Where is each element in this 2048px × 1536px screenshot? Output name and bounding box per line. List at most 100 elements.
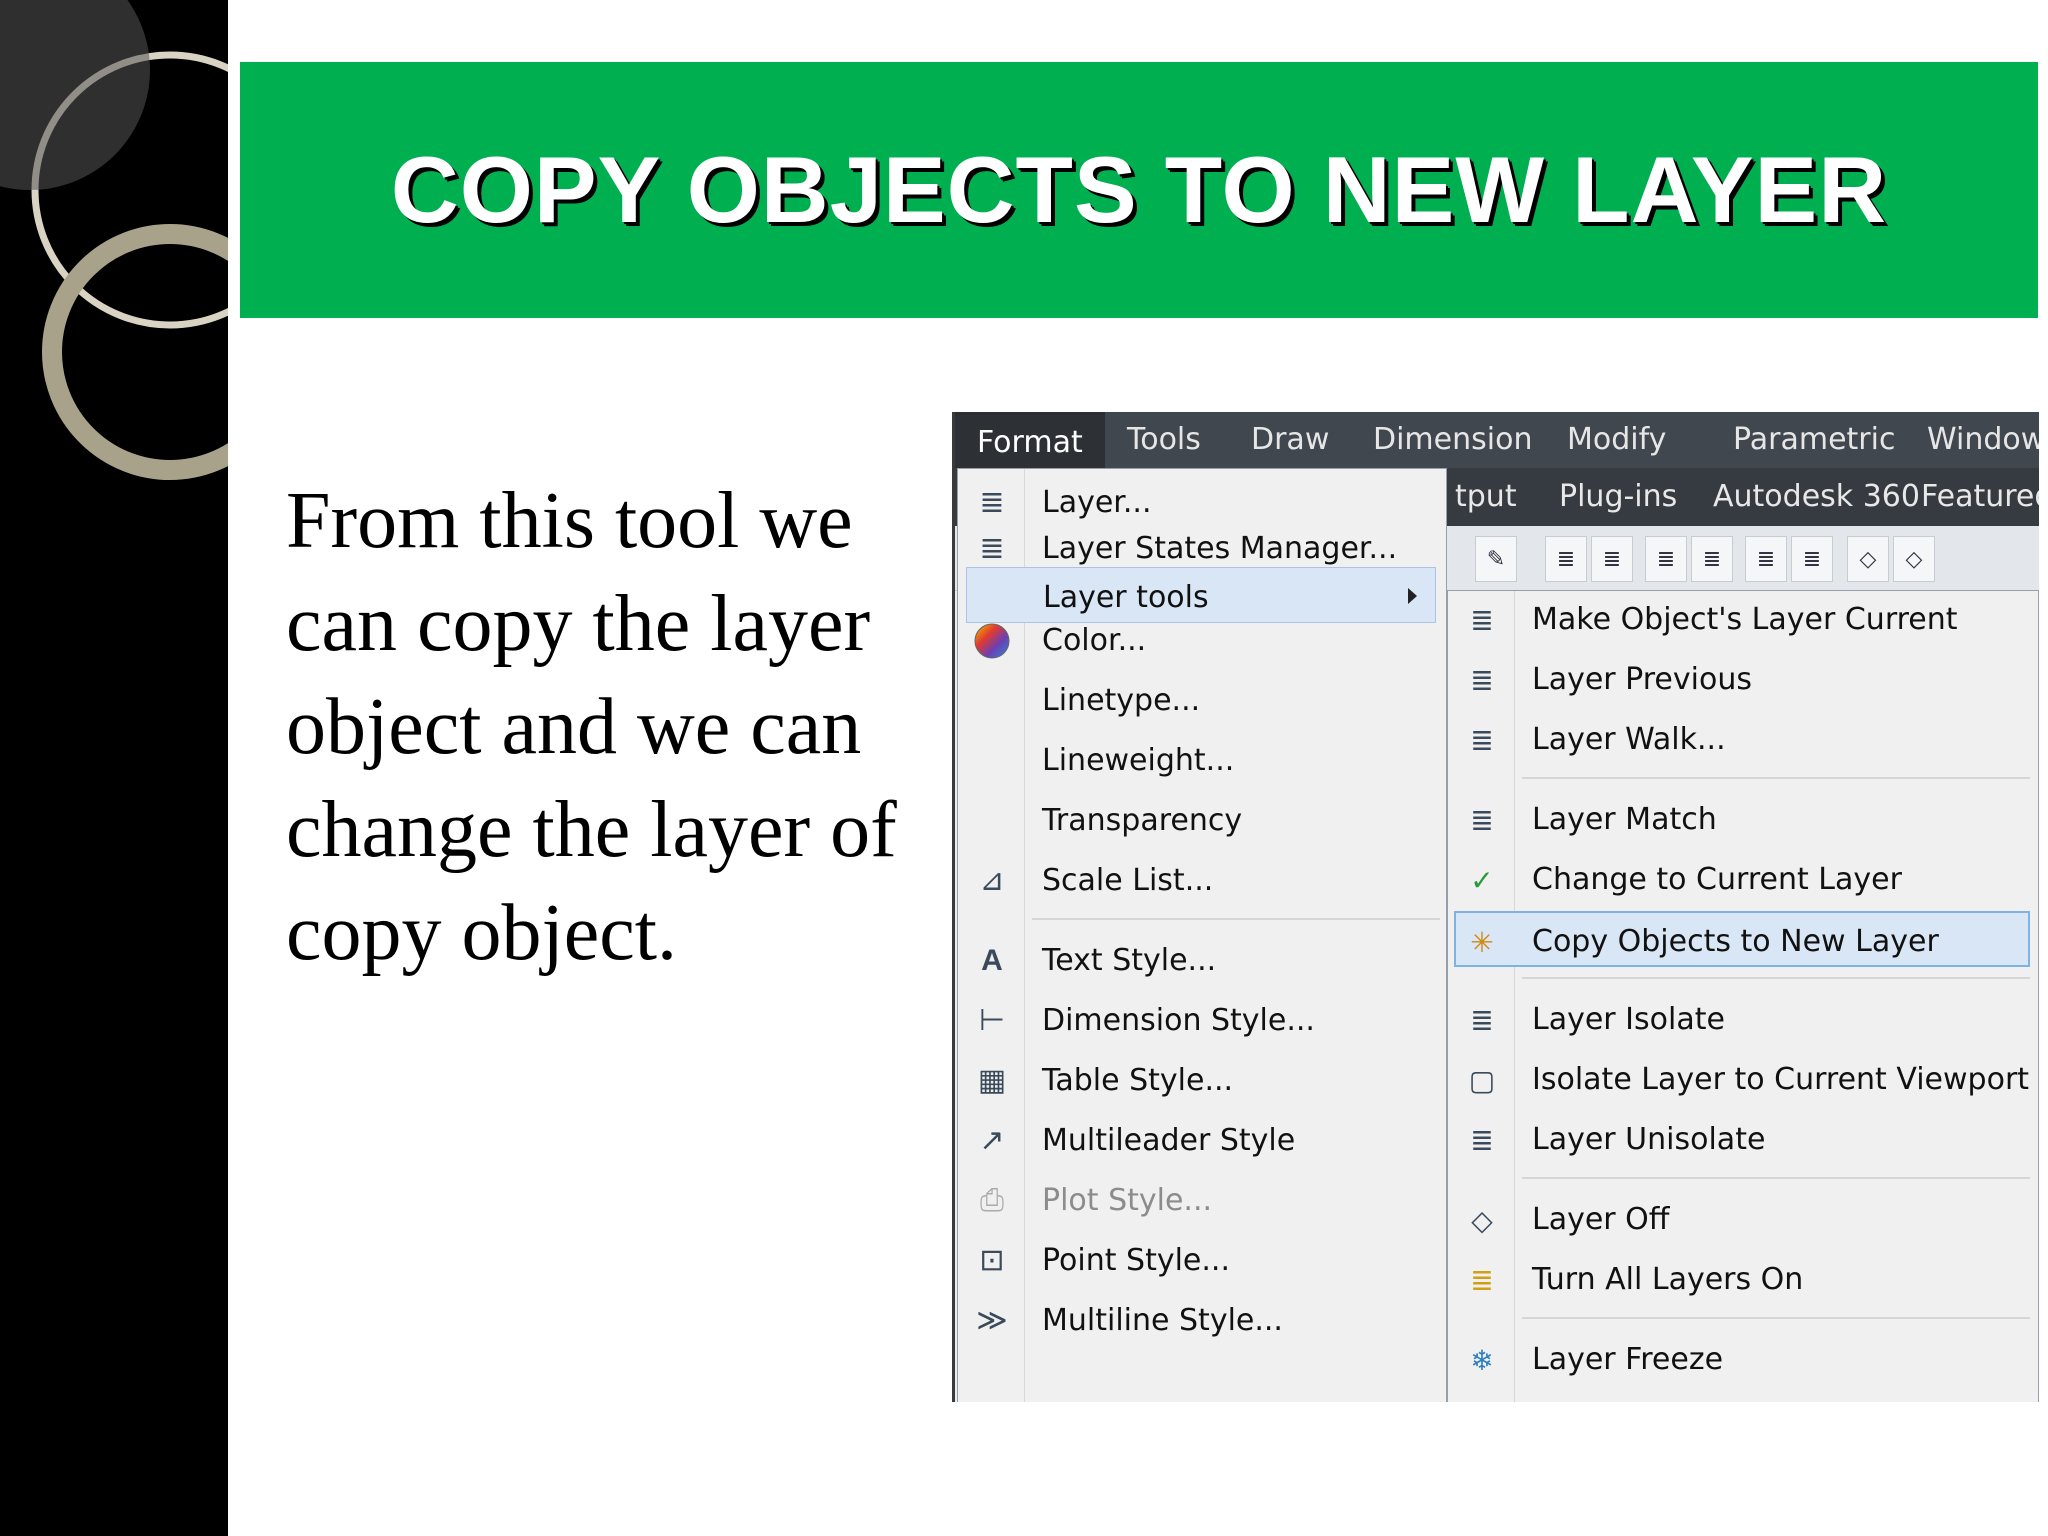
menu-dimension[interactable]: Dimension (1373, 412, 1532, 468)
menu-item-scale-list[interactable]: ⊿ Scale List... (958, 851, 1444, 907)
submenu-item-label: Turn All Layers On (1532, 1262, 1804, 1297)
menu-format[interactable]: Format (955, 412, 1105, 468)
menu-window[interactable]: Window (1927, 412, 2039, 468)
submenu-arrow-icon (1408, 588, 1417, 604)
dimension-style-icon: ⊢ (978, 1004, 1006, 1037)
plot-style-icon: ⎙ (980, 1184, 1004, 1217)
layer-previous-icon: ≣ (1470, 665, 1494, 696)
submenu-separator (1522, 977, 2030, 979)
layer-isolate-icon[interactable]: ≣ (1745, 536, 1787, 582)
menu-item-label: Multiline Style... (1042, 1303, 1283, 1338)
menu-tools[interactable]: Tools (1127, 412, 1201, 468)
decorative-rings (0, 0, 228, 480)
submenu-item-label: Layer Isolate (1532, 1002, 1725, 1037)
menu-item-label: Text Style... (1042, 943, 1217, 978)
menu-item-label: Multileader Style (1042, 1123, 1296, 1158)
ribbon-tab-autodesk-360[interactable]: Autodesk 360 (1713, 468, 1920, 526)
submenu-item-make-objects-layer-current[interactable]: ≣ Make Object's Layer Current (1448, 591, 2036, 647)
submenu-item-label: Copy Objects to New Layer (1532, 924, 1939, 959)
submenu-item-label: Layer Off (1532, 1202, 1670, 1237)
text-style-icon: A (981, 944, 1003, 977)
page-title: COPY OBJECTS TO NEW LAYER (390, 137, 1888, 242)
make-current-icon[interactable]: ≣ (1591, 536, 1633, 582)
menu-item-linetype[interactable]: Linetype... (958, 671, 1444, 727)
menu-item-label: Color... (1042, 623, 1147, 658)
layer-unisolate-icon[interactable]: ≣ (1791, 536, 1833, 582)
submenu-item-copy-objects-to-new-layer[interactable]: ✳ Copy Objects to New Layer (1454, 911, 2030, 967)
layer-match-icon[interactable]: ≣ (1645, 536, 1687, 582)
copy-objects-icon: ✳ (1470, 927, 1494, 958)
submenu-separator (1522, 1317, 2030, 1319)
submenu-item-layer-unisolate[interactable]: ≣ Layer Unisolate (1448, 1111, 2036, 1167)
color-wheel-icon (972, 621, 1012, 661)
submenu-item-layer-off[interactable]: ◇ Layer Off (1448, 1191, 2036, 1247)
title-banner: COPY OBJECTS TO NEW LAYER (240, 62, 2038, 318)
isolate-viewport-icon: ▢ (1468, 1065, 1496, 1096)
submenu-item-label: Layer Unisolate (1532, 1122, 1766, 1157)
menu-item-text-style[interactable]: A Text Style... (958, 931, 1444, 987)
menu-item-label: Dimension Style... (1042, 1003, 1315, 1038)
menu-item-dimension-style[interactable]: ⊢ Dimension Style... (958, 991, 1444, 1047)
submenu-item-label: Layer Match (1532, 802, 1717, 837)
submenu-item-layer-previous[interactable]: ≣ Layer Previous (1448, 651, 2036, 707)
layer-isolate-icon: ≣ (1470, 1005, 1494, 1036)
brush-icon[interactable]: ✎ (1475, 536, 1517, 582)
ribbon-tab-featured[interactable]: Featured (1921, 468, 2039, 526)
layer-icon: ≣ (979, 486, 1005, 519)
submenu-separator (1522, 777, 2030, 779)
format-dropdown-menu: ≣ Layer... ≣ Layer States Manager... Lay… (957, 468, 1447, 1402)
menu-bar: Format Tools Draw Dimension Modify Param… (955, 412, 2039, 468)
menu-item-point-style[interactable]: ⊡ Point Style... (958, 1231, 1444, 1287)
submenu-item-change-to-current-layer[interactable]: ✓ Change to Current Layer (1448, 851, 2036, 907)
menu-item-lineweight[interactable]: Lineweight... (958, 731, 1444, 787)
menu-modify[interactable]: Modify (1567, 412, 1666, 468)
menu-item-label: Transparency (1042, 803, 1243, 838)
multileader-style-icon: ↗ (979, 1124, 1005, 1157)
submenu-item-label: Layer Walk... (1532, 722, 1726, 757)
submenu-item-turn-all-layers-on[interactable]: ≣ Turn All Layers On (1448, 1251, 2036, 1307)
multiline-style-icon: ≫ (976, 1304, 1008, 1337)
menu-item-multileader-style[interactable]: ↗ Multileader Style (958, 1111, 1444, 1167)
menu-item-label: Plot Style... (1042, 1183, 1213, 1218)
submenu-item-label: Isolate Layer to Current Viewport (1532, 1062, 2030, 1097)
make-current-icon: ≣ (1470, 605, 1494, 636)
layer-previous-icon[interactable]: ≣ (1691, 536, 1733, 582)
layer-match-icon: ≣ (1470, 805, 1494, 836)
menu-item-plot-style: ⎙ Plot Style... (958, 1171, 1444, 1227)
submenu-separator (1522, 1177, 2030, 1179)
submenu-item-layer-freeze[interactable]: ❄ Layer Freeze (1448, 1331, 2036, 1387)
layer-freeze-icon: ❄ (1470, 1345, 1494, 1376)
menu-item-table-style[interactable]: ▦ Table Style... (958, 1051, 1444, 1107)
submenu-item-label: Make Object's Layer Current (1532, 602, 1958, 637)
menu-item-color[interactable]: Color... (958, 611, 1444, 667)
autocad-screenshot: Format Tools Draw Dimension Modify Param… (952, 412, 2039, 1402)
layer-off-icon[interactable]: ◇ (1893, 536, 1935, 582)
decorative-left-strip (0, 0, 228, 1536)
ribbon-tab-output[interactable]: tput (1455, 468, 1517, 526)
menu-item-label: Linetype... (1042, 683, 1201, 718)
submenu-item-layer-isolate[interactable]: ≣ Layer Isolate (1448, 991, 2036, 1047)
submenu-item-isolate-layer-to-current-viewport[interactable]: ▢ Isolate Layer to Current Viewport (1448, 1051, 2036, 1107)
menu-separator (1032, 918, 1440, 920)
table-style-icon: ▦ (977, 1064, 1007, 1097)
point-style-icon: ⊡ (979, 1244, 1005, 1277)
menu-item-label: Point Style... (1042, 1243, 1230, 1278)
layer-walk-icon: ≣ (1470, 725, 1494, 756)
menu-draw[interactable]: Draw (1251, 412, 1329, 468)
layer-states-icon: ≣ (979, 532, 1005, 565)
ribbon-tab-plugins[interactable]: Plug-ins (1559, 468, 1677, 526)
slide-body-text: From this tool we can copy the layer obj… (286, 477, 897, 977)
submenu-item-layer-walk[interactable]: ≣ Layer Walk... (1448, 711, 2036, 767)
menu-item-multiline-style[interactable]: ≫ Multiline Style... (958, 1291, 1444, 1347)
menu-parametric[interactable]: Parametric (1733, 412, 1895, 468)
submenu-item-label: Layer Freeze (1532, 1342, 1724, 1377)
menu-item-transparency[interactable]: Transparency (958, 791, 1444, 847)
layer-off-icon: ◇ (1471, 1205, 1493, 1236)
layer-freeze-icon[interactable]: ◇ (1847, 536, 1889, 582)
scale-list-icon: ⊿ (979, 864, 1005, 897)
submenu-item-layer-match[interactable]: ≣ Layer Match (1448, 791, 2036, 847)
change-current-icon: ✓ (1470, 865, 1494, 896)
menu-item-label: Lineweight... (1042, 743, 1235, 778)
layer-unisolate-icon: ≣ (1470, 1125, 1494, 1156)
layer-icon[interactable]: ≣ (1545, 536, 1587, 582)
